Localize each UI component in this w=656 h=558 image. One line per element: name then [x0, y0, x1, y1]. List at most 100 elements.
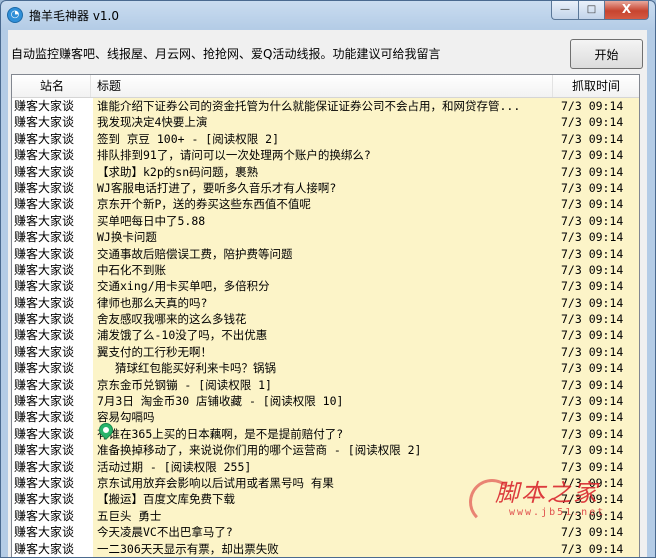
cell-time: 7/3 09:14	[553, 507, 639, 525]
cell-title: 猜球红包能买好利来卡吗？锅锅	[93, 360, 553, 377]
list-row[interactable]: 赚客大家谈 准备换掉移动了，来说说你们用的哪个运营商 - [阅读权限 2] 7/3 …	[12, 442, 639, 459]
list-row[interactable]: 赚客大家谈 猜球红包能买好利来卡吗？锅锅 7/3 09:14	[12, 360, 639, 377]
cell-title: 浦发饿了么-10没了吗，不出优惠	[93, 327, 553, 344]
list-row[interactable]: 赚客大家谈 京东试用放弃会影响以后试用或者黑号吗 有果 7/3 09:14	[12, 474, 639, 492]
list-header: 站名 标题 抓取时间	[12, 75, 639, 98]
cell-title: 一二306天天显示有票，却出票失败	[93, 540, 553, 557]
cell-time: 7/3 09:14	[553, 179, 639, 197]
cell-site: 赚客大家谈	[14, 279, 75, 294]
cell-time: 7/3 09:14	[553, 130, 639, 148]
cell-time: 7/3 09:14	[553, 114, 639, 131]
list-row[interactable]: 赚客大家谈 今天凌晨VC不出巴拿马了? 7/3 09:14	[12, 524, 639, 541]
list-row[interactable]: 赚客大家谈 买单吧每日中了5.88 7/3 09:14	[12, 212, 639, 230]
cell-site: 赚客大家谈	[14, 197, 75, 212]
list-row[interactable]: 赚客大家谈 交通事故后赔偿误工费，陪护费等问题 7/3 09:14	[12, 245, 639, 262]
list-row[interactable]: 赚客大家谈 中石化不到账 7/3 09:14	[12, 261, 639, 279]
cell-site: 赚客大家谈	[14, 541, 75, 556]
list-row[interactable]: 赚客大家谈 我发现决定4快要上演 7/3 09:14	[12, 114, 639, 131]
minimize-button[interactable]: —	[551, 1, 578, 20]
column-header-site[interactable]: 站名	[12, 75, 91, 97]
cell-title: WJ换卡问题	[93, 229, 553, 246]
monitor-notice: 自动监控赚客吧、线报屋、月云网、抢抢网、爱Q活动线报。功能建议可给我留言	[11, 47, 441, 61]
cell-title: 排队排到91了，请问可以一次处理两个账户的换绑么?	[93, 147, 553, 164]
window-title: 撸羊毛神器 v1.0	[29, 9, 120, 23]
cell-site: 赚客大家谈	[14, 492, 75, 507]
cell-time: 7/3 09:14	[553, 212, 639, 230]
maximize-button[interactable]: □	[578, 1, 604, 20]
list-row[interactable]: 赚客大家谈 浦发饿了么-10没了吗，不出优惠 7/3 09:14	[12, 327, 639, 344]
cell-title: 容易勾嗝吗	[93, 409, 553, 426]
cell-time: 7/3 09:14	[553, 458, 639, 475]
cell-title: 【搬运】百度文库免费下载	[93, 491, 553, 508]
cell-site: 赚客大家谈	[14, 377, 75, 392]
start-button[interactable]: 开始	[570, 39, 643, 69]
cell-title: 交通事故后赔偿误工费，陪护费等问题	[93, 245, 553, 262]
list-row[interactable]: 赚客大家谈 WJ客服电话打进了，要听多久音乐才有人接啊? 7/3 09:14	[12, 179, 639, 197]
cell-time: 7/3 09:14	[553, 393, 639, 410]
cell-title: 舍友感叹我哪来的这么多钱花	[93, 311, 553, 328]
list-row[interactable]: 赚客大家谈 【搬运】百度文库免费下载 7/3 09:14	[12, 491, 639, 508]
cell-site: 赚客大家谈	[14, 508, 75, 523]
list-row[interactable]: 赚客大家谈 谁能介绍下证券公司的资金托管为什么就能保证证券公司不会占用，和网贷存管…	[12, 98, 639, 115]
cell-title: 我发现决定4快要上演	[93, 114, 553, 131]
list-rows: 赚客大家谈 谁能介绍下证券公司的资金托管为什么就能保证证券公司不会占用，和网贷存管…	[12, 98, 639, 557]
cell-site: 赚客大家谈	[14, 131, 75, 146]
cell-time: 7/3 09:14	[553, 261, 639, 279]
column-header-time[interactable]: 抓取时间	[553, 75, 639, 97]
column-header-title[interactable]: 标题	[91, 75, 553, 97]
caption-buttons: — □ X	[551, 1, 649, 21]
cell-time: 7/3 09:14	[553, 524, 639, 541]
cell-time: 7/3 09:14	[553, 147, 639, 164]
cell-site: 赚客大家谈	[14, 475, 75, 490]
cell-time: 7/3 09:14	[553, 474, 639, 492]
cell-time: 7/3 09:14	[553, 343, 639, 361]
cell-site: 赚客大家谈	[14, 312, 75, 327]
close-button[interactable]: X	[604, 1, 649, 20]
cell-site: 赚客大家谈	[14, 410, 75, 425]
list-row[interactable]: 赚客大家谈 五巨头 勇士 7/3 09:14	[12, 507, 639, 525]
cell-title: 律师也那么天真的吗?	[93, 294, 553, 312]
list-row[interactable]: 赚客大家谈 律师也那么天真的吗? 7/3 09:14	[12, 294, 639, 312]
cell-site: 赚客大家谈	[14, 246, 75, 261]
cell-site: 赚客大家谈	[14, 213, 75, 228]
list-row[interactable]: 赚客大家谈 京东开个新P，送的券买这些东西值不值呢 7/3 09:14	[12, 196, 639, 213]
cell-time: 7/3 09:14	[553, 442, 639, 459]
list-row[interactable]: 赚客大家谈 WJ换卡问题 7/3 09:14	[12, 229, 639, 246]
cell-site: 赚客大家谈	[14, 262, 75, 277]
cell-title: 有谁在365上买的日本藕啊，是不是提前赔付了?	[93, 425, 553, 443]
list-row[interactable]: 赚客大家谈 7月3日 淘金币30 店铺收藏 - [阅读权限 10] 7/3 09:1…	[12, 393, 639, 410]
list-row[interactable]: 赚客大家谈 交通xing/用卡买单吧，多倍积分 7/3 09:14	[12, 278, 639, 295]
list-row[interactable]: 赚客大家谈 【求助】k2p的sn码问题，裹熟 7/3 09:14	[12, 163, 639, 180]
cell-title: 中石化不到账	[93, 261, 553, 279]
app-logo-icon: ◔	[7, 7, 23, 23]
cell-title: 五巨头 勇士	[93, 507, 553, 525]
list-row[interactable]: 赚客大家谈 签到 京豆 100+ - [阅读权限 2] 7/3 09:14	[12, 130, 639, 148]
list-row[interactable]: 赚客大家谈 排队排到91了，请问可以一次处理两个账户的换绑么? 7/3 09:14	[12, 147, 639, 164]
cell-site: 赚客大家谈	[14, 180, 75, 195]
cell-title: 买单吧每日中了5.88	[93, 212, 553, 230]
cell-title: 签到 京豆 100+ - [阅读权限 2]	[93, 130, 553, 148]
cell-time: 7/3 09:14	[553, 360, 639, 377]
list-row[interactable]: 赚客大家谈 京东金币兑钢镚 - [阅读权限 1] 7/3 09:14	[12, 376, 639, 394]
cell-site: 赚客大家谈	[14, 230, 75, 245]
list-row[interactable]: 赚客大家谈 翼支付的工行秒无啊！ 7/3 09:14	[12, 343, 639, 361]
cell-time: 7/3 09:14	[553, 245, 639, 262]
cell-site: 赚客大家谈	[14, 328, 75, 343]
cell-site: 赚客大家谈	[14, 361, 75, 376]
cell-title: 今天凌晨VC不出巴拿马了?	[93, 524, 553, 541]
cell-site: 赚客大家谈	[14, 148, 75, 163]
list-row[interactable]: 赚客大家谈 舍友感叹我哪来的这么多钱花 7/3 09:14	[12, 311, 639, 328]
cell-title: 翼支付的工行秒无啊！	[93, 343, 553, 361]
thread-list[interactable]: 站名 标题 抓取时间 赚客大家谈 谁能介绍下证券公司的资金托管为什么就能保证证券公…	[11, 74, 640, 557]
cell-site: 赚客大家谈	[14, 99, 75, 113]
cell-title: 京东试用放弃会影响以后试用或者黑号吗 有果	[93, 474, 553, 492]
list-row[interactable]: 赚客大家谈 一二306天天显示有票，却出票失败 7/3 09:14	[12, 540, 639, 557]
cell-title: 交通xing/用卡买单吧，多倍积分	[93, 278, 553, 295]
list-row[interactable]: 赚客大家谈 活动过期 - [阅读权限 255] 7/3 09:14	[12, 458, 639, 475]
cell-title: 京东金币兑钢镚 - [阅读权限 1]	[93, 376, 553, 394]
cell-time: 7/3 09:14	[553, 376, 639, 394]
title-bar[interactable]: ◔ 撸羊毛神器 v1.0 — □ X	[1, 1, 655, 29]
cell-site: 赚客大家谈	[14, 426, 75, 441]
cell-site: 赚客大家谈	[14, 443, 75, 458]
cell-time: 7/3 09:14	[553, 425, 639, 443]
